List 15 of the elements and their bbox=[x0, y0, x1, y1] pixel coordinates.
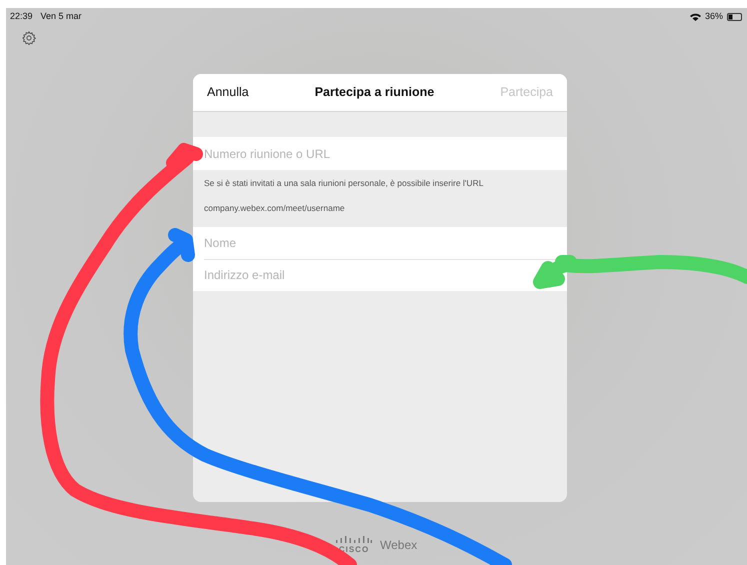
settings-icon[interactable] bbox=[22, 30, 36, 45]
battery-icon bbox=[727, 13, 743, 21]
cancel-button[interactable]: Annulla bbox=[207, 83, 249, 102]
product-name: Webex bbox=[380, 537, 418, 554]
battery-percent: 36% bbox=[704, 10, 723, 24]
name-field[interactable]: Nome bbox=[193, 227, 567, 259]
email-field[interactable]: Indirizzo e-mail bbox=[193, 259, 567, 291]
status-date: Ven 5 mar bbox=[40, 10, 82, 24]
meeting-number-field[interactable]: Numero riunione o URL bbox=[193, 137, 567, 170]
hint-text: company.webex.com/meet/username bbox=[204, 202, 346, 214]
hint-text: Se si è stati invitati a una sala riunioni personale, è possibile inserire l'URL bbox=[204, 177, 484, 190]
wifi-icon bbox=[690, 13, 701, 21]
status-time: 22:39 bbox=[10, 10, 33, 24]
logo-bars-icon bbox=[336, 536, 372, 545]
dialog-title: Partecipa a riunione bbox=[314, 84, 434, 102]
